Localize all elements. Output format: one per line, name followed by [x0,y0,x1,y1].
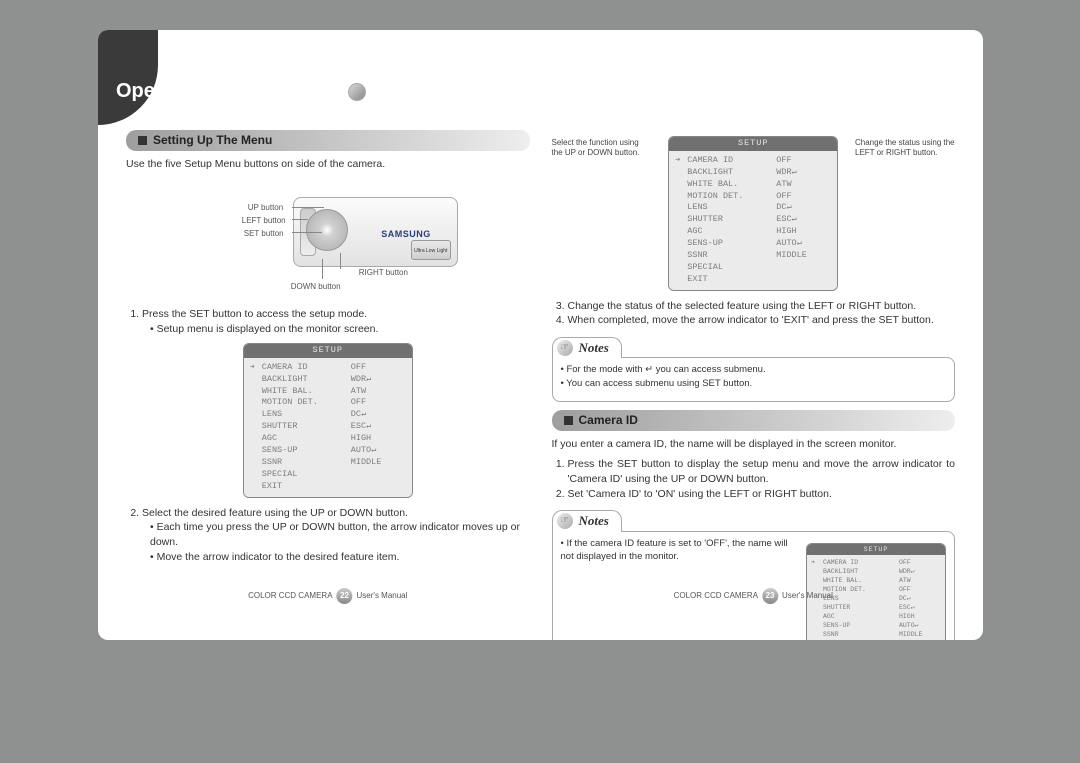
footer-right: COLOR CCD CAMERA 23 User's Manual [674,588,833,604]
steps-left: Press the SET button to access the setup… [126,307,530,336]
camera-badge: Ultra Low Light [411,240,451,260]
footer-product: COLOR CCD CAMERA [248,590,332,601]
section-heading-text: Setting Up The Menu [153,132,272,149]
camera-id-step-1: Press the SET button to display the setu… [568,457,956,486]
footer-product: COLOR CCD CAMERA [674,590,758,601]
label-set: SET button [244,228,284,239]
camera-brand: SAMSUNG [381,228,431,241]
osd-row: MOTION DET.OFF [675,191,831,203]
osd-row: WHITE BAL.ATW [250,386,406,398]
manual-spread: Operating Your Camera Setting Up The Men… [98,30,983,640]
osd-row: WHITE BAL.ATW [675,179,831,191]
osd-menu-1: SETUP ➔CAMERA IDOFFBACKLIGHTWDR↵WHITE BA… [243,343,413,498]
osd-row: AGCHIGH [675,226,831,238]
camera-diagram: SAMSUNG Ultra Low Light UP button LEFT b… [188,177,468,297]
step-1: Press the SET button to access the setup… [142,307,530,336]
osd-row: LENSDC↵ [250,409,406,421]
step-3: Change the status of the selected featur… [568,299,956,314]
page-number-left: 22 [337,588,353,604]
osd-row: BACKLIGHTWDR↵ [675,167,831,179]
content-columns: Setting Up The Menu Use the five Setup M… [126,130,955,610]
camera-id-steps: Press the SET button to display the setu… [552,457,956,501]
notes-box-2: ☞ Notes If the camera ID feature is set … [552,509,956,640]
section-heading-text: Camera ID [579,412,638,429]
notes-label: Notes [579,512,609,530]
steps-left-2: Select the desired feature using the UP … [126,506,530,565]
note-item: If the camera ID feature is set to 'OFF'… [561,537,799,564]
osd-row: BACKLIGHTWDR↵ [811,567,941,576]
hand-icon: ☞ [557,513,573,529]
osd-row: EXIT [250,481,406,493]
notes-body-2: If the camera ID feature is set to 'OFF'… [552,531,956,640]
camera-id-intro: If you enter a camera ID, the name will … [552,437,956,452]
camera-id-step-2: Set 'Camera ID' to 'ON' using the LEFT o… [568,487,956,502]
osd-header: SETUP [807,544,945,555]
setup-intro: Use the five Setup Menu buttons on side … [126,157,530,172]
osd-row: EXIT [675,274,831,286]
notes-label: Notes [579,339,609,357]
osd-row: MOTION DET.OFF [250,397,406,409]
osd-annotated-wrap: Select the function using the UP or DOWN… [552,130,956,299]
osd-body: ➔CAMERA IDOFFBACKLIGHTWDR↵WHITE BAL.ATWM… [244,358,412,497]
globe-icon [348,83,366,101]
step-1-bullet: Setup menu is displayed on the monitor s… [150,322,530,337]
osd-row: AGCHIGH [250,433,406,445]
step-2: Select the desired feature using the UP … [142,506,530,565]
osd-row: SHUTTERESC↵ [675,214,831,226]
label-right: RIGHT button [359,267,408,278]
note-item: For the mode with ↵ you can access subme… [561,363,947,376]
osd-row: SENS-UPAUTO↵ [250,445,406,457]
footer-suffix: User's Manual [782,590,833,601]
step-4: When completed, move the arrow indicator… [568,313,956,328]
osd-row: LENSDC↵ [675,202,831,214]
osd-header: SETUP [669,137,837,151]
hand-icon: ☞ [557,340,573,356]
osd-row: SHUTTERESC↵ [811,603,941,612]
osd-row: SPECIAL [250,469,406,481]
notes-body-1: For the mode with ↵ you can access subme… [552,357,956,402]
steps-right: Change the status of the selected featur… [552,299,956,328]
osd-row: SHUTTERESC↵ [250,421,406,433]
notes-box-1: ☞ Notes For the mode with ↵ you can acce… [552,336,956,402]
left-column: Setting Up The Menu Use the five Setup M… [126,130,530,610]
notes-tab: ☞ Notes [552,337,622,358]
page-number-right: 23 [762,588,778,604]
label-left: LEFT button [242,215,286,226]
osd-row: SSNRMIDDLE [250,457,406,469]
osd-row: SPECIAL [675,262,831,274]
right-column: Select the function using the UP or DOWN… [552,130,956,610]
osd-row: SENS-UPAUTO↵ [811,621,941,630]
page-title: Operating Your Camera [116,80,366,103]
footer-suffix: User's Manual [357,590,408,601]
osd-body: ➔CAMERA IDOFFBACKLIGHTWDR↵WHITE BAL.ATWM… [669,151,837,290]
footer-left: COLOR CCD CAMERA 22 User's Manual [248,588,407,604]
osd-row: ➔CAMERA IDOFF [675,155,831,167]
osd-row: WHITE BAL.ATW [811,576,941,585]
annot-select-function: Select the function using the UP or DOWN… [552,138,652,157]
control-pad-icon [306,209,348,251]
step-2-text: Select the desired feature using the UP … [142,507,408,519]
osd-header: SETUP [244,344,412,358]
notes-tab: ☞ Notes [552,510,622,531]
osd-menu-2: SETUP ➔CAMERA IDOFFBACKLIGHTWDR↵WHITE BA… [668,136,838,291]
osd-row: BACKLIGHTWDR↵ [250,374,406,386]
section-setting-up-menu: Setting Up The Menu [126,130,530,151]
osd-row: ➔CAMERA IDOFF [250,362,406,374]
annot-change-status: Change the status using the LEFT or RIGH… [855,138,955,157]
page-title-text: Operating Your Camera [116,80,339,102]
label-up: UP button [248,202,283,213]
osd-row: SENS-UPAUTO↵ [675,238,831,250]
step-2-bullet: Move the arrow indicator to the desired … [150,550,530,565]
note-item: You can access submenu using SET button. [561,377,947,390]
osd-row: ➔CAMERA IDOFF [811,558,941,567]
step-1-text: Press the SET button to access the setup… [142,308,367,320]
square-bullet-icon [564,416,573,425]
osd-row: SSNRMIDDLE [811,630,941,639]
square-bullet-icon [138,136,147,145]
osd-row: AGCHIGH [811,612,941,621]
section-camera-id: Camera ID [552,410,956,431]
label-down: DOWN button [291,281,341,292]
step-2-bullet: Each time you press the UP or DOWN butto… [150,520,530,549]
osd-row: SSNRMIDDLE [675,250,831,262]
